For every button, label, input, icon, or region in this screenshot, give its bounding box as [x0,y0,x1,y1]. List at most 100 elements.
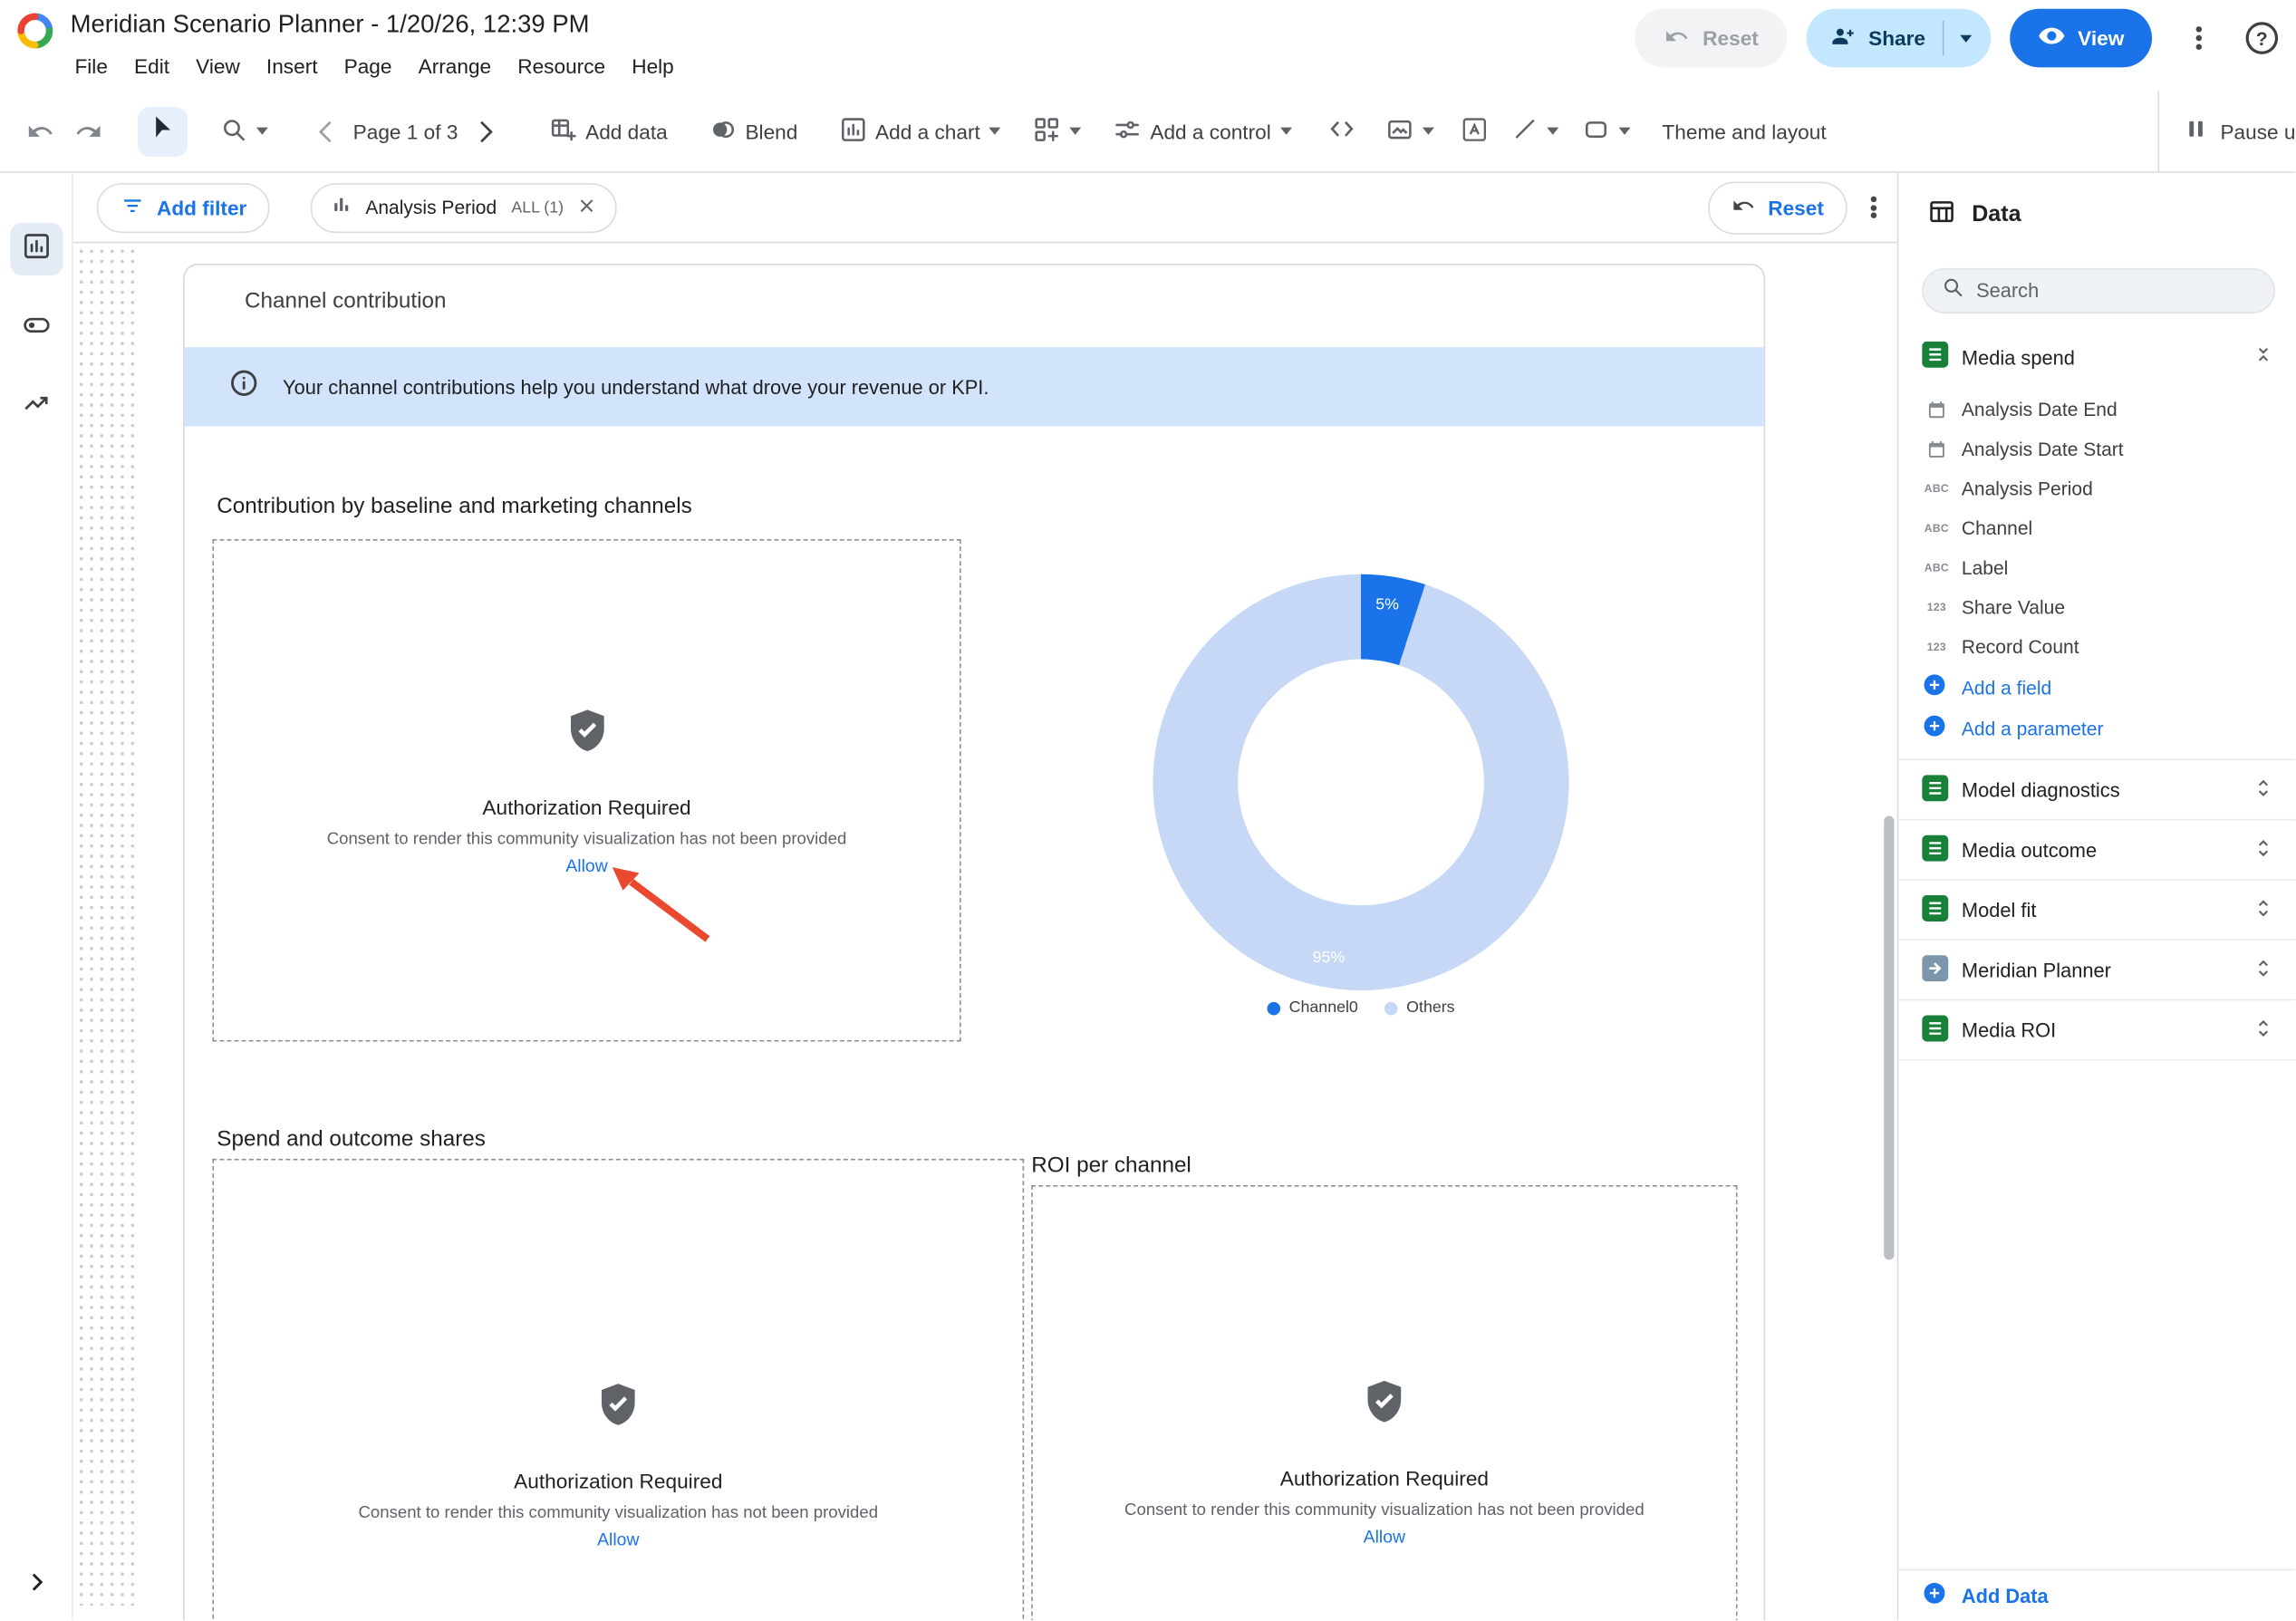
shield-check-icon [593,1380,643,1437]
rail-controls[interactable] [10,302,63,354]
rail-report-view[interactable] [10,223,63,275]
view-button[interactable]: View [2011,9,2152,68]
auth-title: Authorization Required [1280,1466,1489,1490]
source-model-diagnostics[interactable]: Model diagnostics [1898,760,2295,820]
analysis-period-filter-chip[interactable]: Analysis Period ALL (1) [311,182,616,232]
menu-file[interactable]: File [62,50,121,82]
data-source-list: Model diagnostics Media outcome Model fi… [1898,759,2295,1061]
field-record-count[interactable]: 123 Record Count [1898,627,2295,667]
source-media-roi[interactable]: Media ROI [1898,1000,2295,1060]
filter-bar-more-button[interactable] [1871,194,1876,221]
field-analysis-date-start[interactable]: Analysis Date Start [1898,429,2295,469]
expand-fields-icon[interactable] [2252,776,2275,804]
report-title[interactable]: Meridian Scenario Planner - 1/20/26, 12:… [71,10,590,39]
page-forward-button[interactable] [469,117,498,146]
source-meridian-planner[interactable]: Meridian Planner [1898,941,2295,1000]
share-button[interactable]: Share [1807,9,1992,68]
search-input[interactable] [1976,280,2256,302]
topbar: Meridian Scenario Planner - 1/20/26, 12:… [0,0,2296,91]
add-control-button[interactable]: Add a control [1114,115,1291,148]
allow-link[interactable]: Allow [1364,1527,1405,1548]
rail-expand-button[interactable] [10,1558,63,1611]
zoom-tool[interactable] [220,115,268,148]
filter-icon [121,193,145,222]
legend-item-channel0[interactable]: Channel0 [1267,999,1357,1017]
primary-data-source[interactable]: Media spend [1898,334,2295,382]
donut-hole [1238,660,1484,906]
source-media-outcome[interactable]: Media outcome [1898,820,2295,880]
field-label[interactable]: ABC Label [1898,548,2295,588]
menu-help[interactable]: Help [619,50,688,82]
theme-and-layout-button[interactable]: Theme and layout [1662,120,1826,143]
chip-close-icon[interactable] [575,194,597,220]
canvas-scrollbar[interactable] [1884,816,1894,1260]
field-analysis-date-end[interactable]: Analysis Date End [1898,390,2295,429]
expand-fields-icon[interactable] [2252,1016,2275,1044]
banner-text: Your channel contributions help you unde… [283,376,989,398]
add-filter-button[interactable]: Add filter [97,182,271,232]
donut-chart[interactable]: 5% 95% [1153,574,1568,990]
expand-fields-icon[interactable] [2252,835,2275,864]
collapse-fields-icon[interactable] [2252,343,2275,373]
rail-trends[interactable] [10,380,63,432]
share-menu-caret[interactable] [1943,21,1991,56]
embed-code-button[interactable] [1326,114,1355,148]
channel-contribution-card: Channel contribution Your channel contri… [183,264,1765,1620]
text-type-icon: ABC [1922,561,1951,574]
blend-button[interactable]: Blend [709,115,797,148]
legend-dot [1267,1001,1280,1015]
legend-item-others[interactable]: Others [1384,999,1455,1017]
help-icon[interactable]: ? [2246,22,2279,54]
add-data-icon [549,115,577,148]
plus-circle-icon [1922,672,1946,701]
pause-updates-button[interactable]: Pause u [2157,90,2296,172]
reset-filters-button[interactable]: Reset [1708,181,1847,234]
toggle-icon [22,310,51,346]
chevron-right-icon [24,1568,50,1602]
menu-resource[interactable]: Resource [505,50,619,82]
slice-label-others: 95% [1313,950,1346,967]
number-type-icon: 123 [1922,601,1951,614]
number-type-icon: 123 [1922,641,1951,654]
card-title: Channel contribution [245,289,446,314]
sheets-source-icon [1922,1015,1948,1046]
expand-fields-icon[interactable] [2252,956,2275,984]
text-tool[interactable] [1460,115,1488,148]
reset-button-top[interactable]: Reset [1635,9,1788,68]
text-box-icon [1460,115,1488,148]
allow-link[interactable]: Allow [565,854,607,875]
spend-chart-placeholder: Authorization Required Consent to render… [212,1159,1024,1620]
page-back-button[interactable] [312,117,341,146]
field-share-value[interactable]: 123 Share Value [1898,587,2295,627]
menu-insert[interactable]: Insert [253,50,331,82]
allow-link[interactable]: Allow [597,1529,639,1550]
add-field-button[interactable]: Add a field [1898,667,2295,708]
add-data-button[interactable]: Add data [549,115,668,148]
menu-edit[interactable]: Edit [121,50,182,82]
legend-dot [1384,1001,1398,1015]
add-parameter-button[interactable]: Add a parameter [1898,708,2295,748]
data-panel-header: Data [1898,173,2295,258]
kebab-icon [2196,24,2202,52]
source-model-fit[interactable]: Model fit [1898,881,2295,941]
menu-arrange[interactable]: Arrange [405,50,505,82]
select-tool[interactable] [138,106,188,156]
redo-button[interactable] [73,117,102,146]
undo-button[interactable] [26,117,55,146]
data-search[interactable] [1922,268,2275,314]
image-tool[interactable] [1385,115,1433,148]
more-options-button[interactable] [2171,10,2226,65]
add-chart-button[interactable]: Add a chart [839,115,1001,148]
menu-page[interactable]: Page [331,50,405,82]
community-visualizations-button[interactable] [1033,115,1081,148]
shape-tool[interactable] [1582,115,1630,148]
field-channel[interactable]: ABC Channel [1898,508,2295,548]
add-data-button-bottom[interactable]: Add Data [1898,1569,2295,1621]
pause-icon [2182,116,2208,147]
field-analysis-period[interactable]: ABC Analysis Period [1898,468,2295,508]
shield-check-icon [1359,1377,1409,1434]
menu-view[interactable]: View [183,50,254,82]
expand-fields-icon[interactable] [2252,896,2275,924]
line-tool[interactable] [1511,116,1558,147]
page-indicator[interactable]: Page 1 of 3 [353,120,458,143]
